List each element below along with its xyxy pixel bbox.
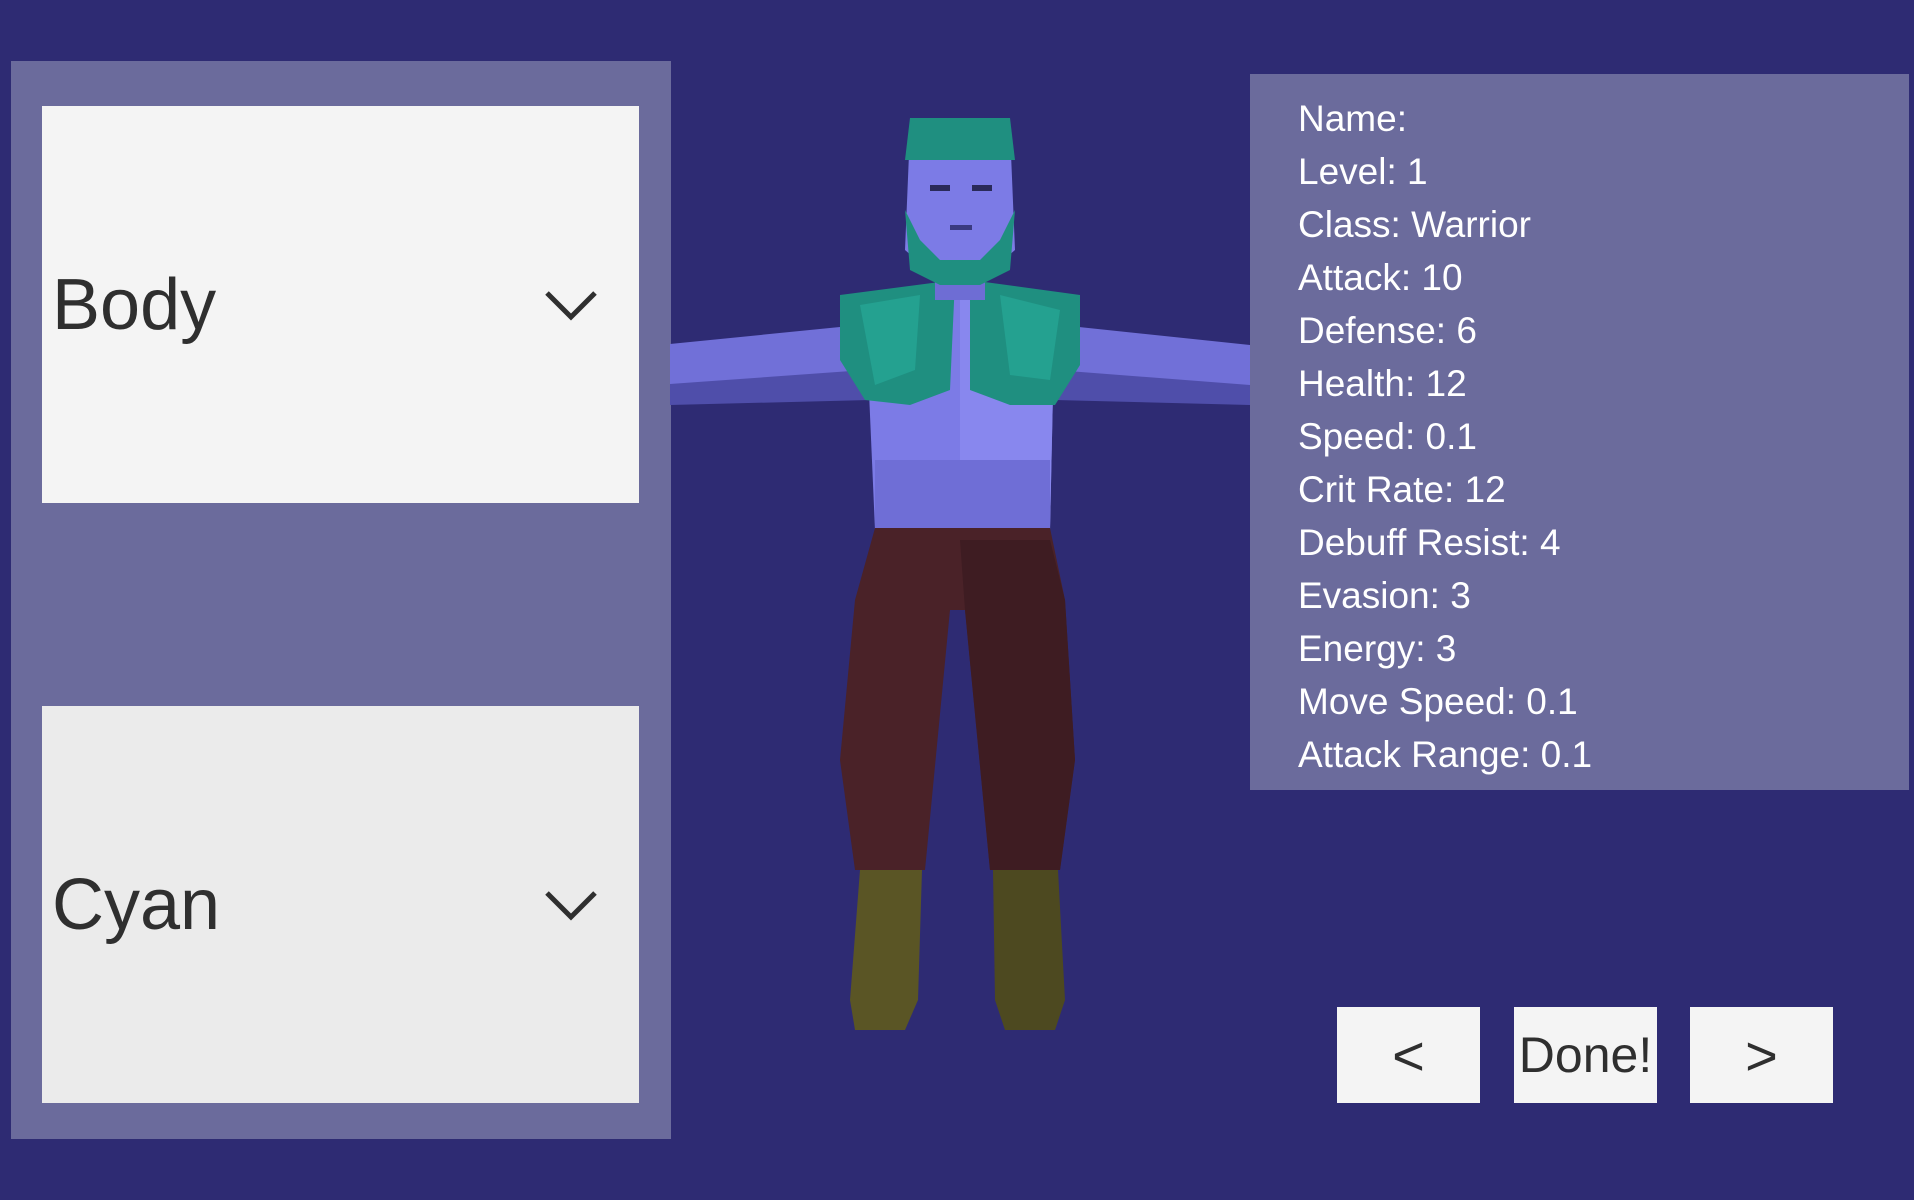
chevron-down-icon bbox=[545, 290, 597, 321]
character-model bbox=[670, 118, 1250, 1030]
character-boots bbox=[850, 870, 1065, 1030]
color-dropdown-label: Cyan bbox=[52, 864, 221, 945]
stat-level: Level: 1 bbox=[1298, 151, 1428, 192]
done-button[interactable]: Done! bbox=[1514, 1007, 1657, 1103]
stat-debuff-resist: Debuff Resist: 4 bbox=[1298, 522, 1561, 563]
character-head bbox=[905, 118, 1015, 300]
next-button[interactable]: > bbox=[1690, 1007, 1833, 1103]
stat-attack: Attack: 10 bbox=[1298, 257, 1463, 298]
color-dropdown[interactable]: Cyan bbox=[42, 706, 639, 1103]
body-part-dropdown[interactable]: Body bbox=[42, 106, 639, 503]
body-part-dropdown-label: Body bbox=[52, 264, 217, 345]
stat-name: Name: bbox=[1298, 98, 1407, 139]
stat-crit-rate: Crit Rate: 12 bbox=[1298, 469, 1506, 510]
customization-panel: Body Cyan bbox=[11, 61, 671, 1139]
stat-attack-range: Attack Range: 0.1 bbox=[1298, 734, 1593, 775]
character-creation-screen: Body Cyan Name: Level: 1 Class: Warrior … bbox=[0, 0, 1914, 1200]
stat-energy: Energy: 3 bbox=[1298, 628, 1457, 669]
stats-panel: Name: Level: 1 Class: Warrior Attack: 10… bbox=[1250, 74, 1909, 790]
stat-health: Health: 12 bbox=[1298, 363, 1467, 404]
stat-defense: Defense: 6 bbox=[1298, 310, 1477, 351]
stat-evasion: Evasion: 3 bbox=[1298, 575, 1471, 616]
chevron-down-icon bbox=[545, 890, 597, 921]
character-pants bbox=[840, 528, 1075, 870]
stat-class: Class: Warrior bbox=[1298, 204, 1531, 245]
previous-button[interactable]: < bbox=[1337, 1007, 1480, 1103]
stat-speed: Speed: 0.1 bbox=[1298, 416, 1477, 457]
stat-move-speed: Move Speed: 0.1 bbox=[1298, 681, 1578, 722]
